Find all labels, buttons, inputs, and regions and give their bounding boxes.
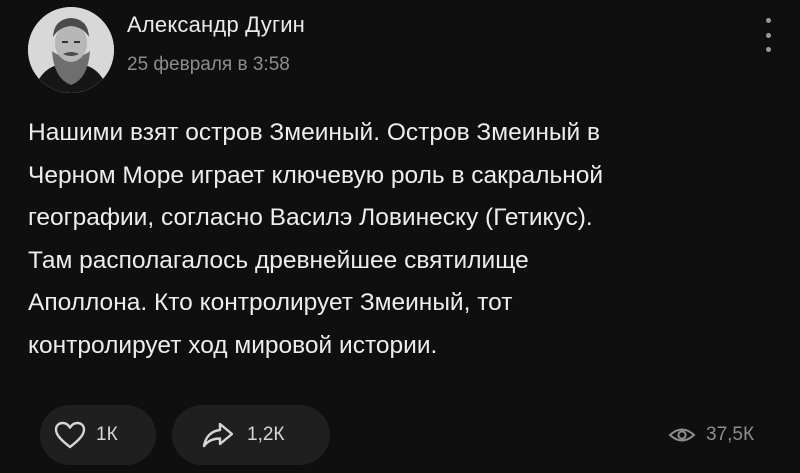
post-date: 25 февраля в 3:58 [127,54,290,75]
author-name[interactable]: Александр Дугин [127,12,305,38]
author-avatar[interactable] [28,7,114,93]
share-button[interactable]: 1,2К [172,405,330,465]
like-count: 1К [96,424,118,445]
share-arrow-icon [202,422,234,448]
views-count: 37,5К [706,424,755,445]
menu-dot [765,18,771,23]
menu-dot [765,32,771,38]
views-counter: 37,5К [668,424,754,446]
heart-outline-icon [54,421,86,449]
share-count: 1,2К [247,424,285,445]
eye-icon [668,428,696,442]
post-text: Нашими взят остров Змеиный. Остров Змеин… [28,119,604,359]
like-button[interactable]: 1К [40,405,156,465]
more-options-icon[interactable] [760,18,776,52]
menu-dot [765,47,771,52]
